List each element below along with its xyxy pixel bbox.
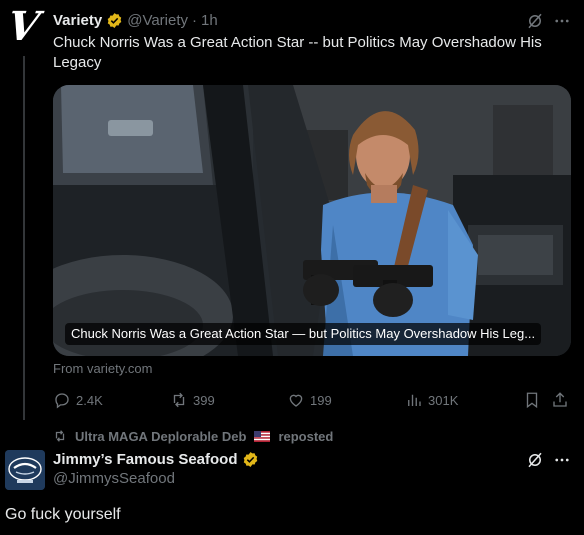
author-name[interactable]: Variety [53, 12, 102, 29]
reply-header: Jimmy’s Famous Seafood [53, 449, 259, 469]
tweet-header: Variety @Variety · 1h [53, 10, 218, 30]
reply-icon [55, 393, 69, 409]
variety-tweet[interactable]: V Variety @Variety · 1h Chuck Norris Was… [0, 0, 584, 420]
bookmark-button[interactable] [523, 389, 541, 411]
reposter-name[interactable]: Ultra MAGA Deplorable Deb [75, 429, 246, 444]
jimmy-avatar[interactable] [5, 450, 45, 490]
reply-button[interactable]: 2.4K [53, 389, 103, 411]
variety-avatar[interactable]: V [3, 3, 45, 50]
repost-icon [173, 392, 185, 408]
views-count: 301K [428, 392, 459, 408]
share-icon [553, 392, 567, 407]
tweet-text: Chuck Norris Was a Great Action Star -- … [53, 34, 542, 71]
us-flag-icon [254, 430, 271, 442]
thread-line [23, 56, 25, 420]
article-photo [53, 85, 571, 356]
like-count: 199 [310, 392, 332, 408]
repost-icon [55, 430, 65, 442]
repost-button[interactable]: 399 [170, 389, 215, 411]
verified-badge-icon [243, 451, 257, 467]
repost-count: 399 [193, 392, 215, 408]
bookmark-icon [526, 392, 538, 409]
views-icon [408, 394, 421, 406]
link-card[interactable]: Chuck Norris Was a Great Action Star — b… [53, 85, 571, 356]
grok-icon[interactable] [526, 451, 544, 469]
tweet-time[interactable]: 1h [201, 12, 218, 29]
repost-label: reposted [278, 428, 334, 444]
card-caption: Chuck Norris Was a Great Action Star — b… [65, 323, 542, 345]
dot-separator: · [192, 11, 198, 29]
reply-count: 2.4K [76, 392, 103, 408]
like-icon [289, 394, 303, 407]
author-handle[interactable]: @Variety [127, 12, 188, 29]
reply-text: Go fuck yourself [5, 506, 121, 523]
like-button[interactable]: 199 [287, 389, 332, 411]
variety-avatar-letter: V [5, 3, 43, 50]
reply-author-name[interactable]: Jimmy’s Famous Seafood [53, 451, 238, 468]
action-bar: 2.4K 399 199 301K [53, 389, 573, 411]
verified-badge-icon [107, 12, 122, 28]
grok-icon[interactable] [526, 12, 544, 30]
more-icon[interactable] [552, 12, 572, 30]
jimmy-logo [5, 450, 45, 490]
more-icon[interactable] [552, 451, 572, 469]
card-source[interactable]: From variety.com [53, 361, 152, 376]
views-button[interactable]: 301K [405, 389, 458, 411]
reply-author-handle[interactable]: @JimmysSeafood [53, 470, 175, 487]
share-button[interactable] [551, 389, 569, 411]
repost-context: Ultra MAGA Deplorable Deb reposted [53, 427, 333, 445]
